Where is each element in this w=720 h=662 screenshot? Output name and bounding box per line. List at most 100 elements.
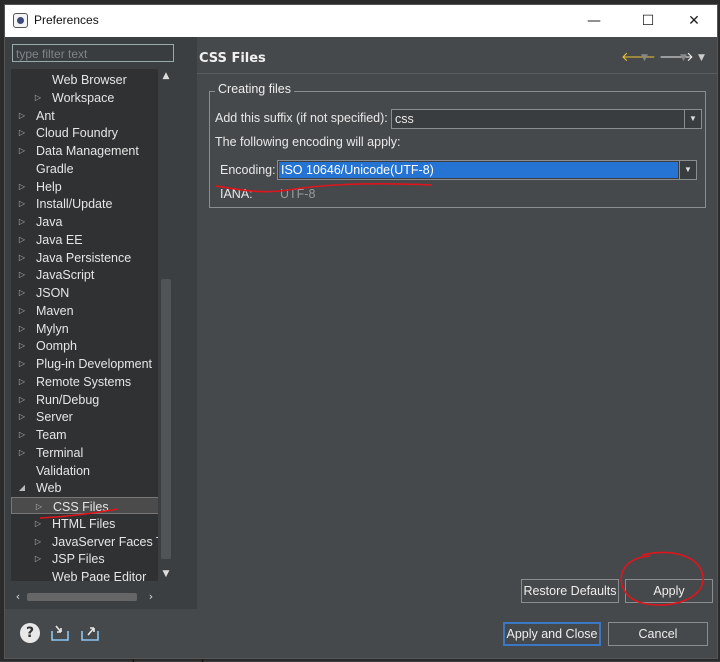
tree-item[interactable]: ▷ Team (11, 426, 158, 444)
tree-item[interactable]: ▷ Install/Update (11, 195, 158, 213)
back-menu-chevron-icon[interactable]: ▼ (641, 53, 648, 63)
expand-arrow-icon[interactable]: ▷ (17, 408, 27, 426)
tree-item[interactable]: Web Page Editor (11, 568, 158, 581)
back-arrow-icon[interactable]: 🡐 (621, 49, 656, 65)
expand-arrow-icon[interactable]: ▷ (33, 89, 43, 107)
expand-arrow-icon[interactable]: ▷ (17, 426, 27, 444)
tree-item-label: Team (36, 428, 67, 442)
apply-button[interactable]: Apply (625, 579, 713, 603)
expand-arrow-icon[interactable]: ▷ (17, 391, 27, 409)
tree-item[interactable]: ▷ Java (11, 213, 158, 231)
filter-input[interactable]: type filter text (12, 44, 174, 62)
expand-arrow-icon[interactable]: ▷ (17, 355, 27, 373)
tree-item[interactable]: ▷ CSS Files (11, 497, 158, 514)
import-icon[interactable] (50, 623, 70, 643)
scrollbar-thumb[interactable] (27, 593, 137, 601)
expand-arrow-icon[interactable]: ▷ (34, 498, 44, 516)
tree-item[interactable]: ▷ Ant (11, 107, 158, 125)
tree-item[interactable]: ▷ JSP Files (11, 550, 158, 568)
header-divider (197, 73, 717, 74)
tree-item[interactable]: ▷ JavaScript (11, 266, 158, 284)
scroll-right-icon[interactable]: › (144, 590, 158, 604)
expand-arrow-icon[interactable]: ▷ (17, 284, 27, 302)
tree-item[interactable]: ▷ Terminal (11, 444, 158, 462)
tree-item[interactable]: ◢ Web (11, 479, 158, 497)
forward-menu-chevron-icon[interactable]: ▼ (680, 53, 687, 63)
tree-item[interactable]: ▷ Plug-in Development (11, 355, 158, 373)
scroll-left-icon[interactable]: ‹ (11, 590, 25, 604)
tree-item[interactable]: ▷ Java EE (11, 231, 158, 249)
expand-arrow-icon[interactable]: ▷ (17, 178, 27, 196)
tree-item[interactable]: ▷ Data Management (11, 142, 158, 160)
suffix-label: Add this suffix (if not specified): (215, 111, 388, 125)
tree-item[interactable]: Gradle (11, 160, 158, 178)
tree-item[interactable]: ▷ JavaServer Faces Tools (11, 533, 158, 551)
chevron-down-icon[interactable]: ▼ (684, 110, 701, 128)
suffix-combo[interactable]: css ▼ (391, 109, 702, 129)
expand-arrow-icon[interactable]: ▷ (17, 249, 27, 267)
tree-item[interactable]: ▷ Help (11, 178, 158, 196)
expand-arrow-icon[interactable]: ▷ (17, 107, 27, 125)
expand-arrow-icon[interactable]: ▷ (33, 550, 43, 568)
tree-item-label: Maven (36, 303, 74, 318)
preference-tree: Web Browser ▷ Workspace ▷ Ant ▷ Cloud Foundry ▷… (11, 69, 158, 581)
expand-arrow-icon[interactable]: ▷ (17, 266, 27, 284)
tree-item-label: Gradle (36, 161, 74, 176)
close-button[interactable]: ✕ (671, 8, 717, 34)
tree-item[interactable]: ▷ Mylyn (11, 320, 158, 338)
maximize-button[interactable]: ☐ (625, 8, 671, 34)
preferences-dialog: Preferences — ☐ ✕ type filter text Web B… (4, 4, 718, 659)
expand-arrow-icon[interactable]: ▷ (17, 302, 27, 320)
encoding-combo[interactable]: ISO 10646/Unicode(UTF-8) ▼ (277, 160, 697, 180)
tree-item[interactable]: ▷ Workspace (11, 89, 158, 107)
tree-item[interactable]: ▷ Java Persistence (11, 249, 158, 267)
expanded-arrow-icon[interactable]: ◢ (17, 479, 27, 497)
expand-arrow-icon[interactable]: ▷ (17, 195, 27, 213)
expand-arrow-icon[interactable]: ▷ (17, 373, 27, 391)
tree-item[interactable]: ▷ Cloud Foundry (11, 124, 158, 142)
dialog-button-bar: ? Apply and Close Cancel (5, 609, 717, 658)
tree-vertical-scrollbar[interactable]: ▲ ▼ (158, 69, 174, 581)
tree-item[interactable]: Web Browser (11, 71, 158, 89)
tree-item[interactable]: ▷ Maven (11, 302, 158, 320)
expand-arrow-icon[interactable]: ▷ (17, 337, 27, 355)
expand-arrow-icon[interactable]: ▷ (17, 142, 27, 160)
tree-item[interactable]: ▷ Remote Systems (11, 373, 158, 391)
tree-item[interactable]: ▷ JSON (11, 284, 158, 302)
minimize-button[interactable]: — (571, 8, 617, 34)
tree-item[interactable]: ▷ HTML Files (11, 515, 158, 533)
expand-arrow-icon[interactable]: ▷ (17, 124, 27, 142)
restore-defaults-button[interactable]: Restore Defaults (521, 579, 619, 603)
preference-navigation-pane: type filter text Web Browser ▷ Workspace ▷ A… (5, 37, 191, 609)
expand-arrow-icon[interactable]: ▷ (33, 533, 43, 551)
tree-item[interactable]: ▷ Run/Debug (11, 391, 158, 409)
tree-horizontal-scrollbar[interactable]: ‹ › (11, 590, 158, 604)
expand-arrow-icon[interactable]: ▷ (33, 515, 43, 533)
tree-item[interactable]: Validation (11, 462, 158, 480)
tree-item-label: Web (36, 481, 62, 496)
scroll-down-icon[interactable]: ▼ (158, 567, 174, 581)
scrollbar-thumb[interactable] (161, 279, 171, 559)
tree-item-label: CSS Files (53, 500, 109, 514)
tree-item[interactable]: ▷ Oomph (11, 337, 158, 355)
tree-item-label: Data Management (36, 144, 139, 158)
expand-arrow-icon[interactable]: ▷ (17, 444, 27, 462)
expand-arrow-icon[interactable]: ▷ (17, 213, 27, 231)
encoding-note: The following encoding will apply: (215, 135, 401, 149)
encoding-label: Encoding: (220, 163, 276, 177)
chevron-down-icon[interactable]: ▼ (679, 161, 696, 179)
tree-item[interactable]: ▷ Server (11, 408, 158, 426)
forward-arrow-icon[interactable]: 🡒 (659, 49, 694, 65)
cancel-button[interactable]: Cancel (608, 622, 708, 646)
expand-arrow-icon[interactable]: ▷ (17, 320, 27, 338)
suffix-value: css (395, 112, 414, 126)
help-icon[interactable]: ? (20, 623, 40, 643)
tree-item-label: Mylyn (36, 321, 69, 336)
apply-and-close-button[interactable]: Apply and Close (503, 622, 601, 646)
export-icon[interactable] (80, 623, 100, 643)
expand-arrow-icon[interactable]: ▷ (17, 231, 27, 249)
scroll-up-icon[interactable]: ▲ (158, 69, 174, 83)
view-menu-icon[interactable]: ▼ (698, 53, 705, 63)
tree-item-label: Java (36, 215, 63, 229)
tree-item-label: Web Page Editor (52, 570, 147, 581)
